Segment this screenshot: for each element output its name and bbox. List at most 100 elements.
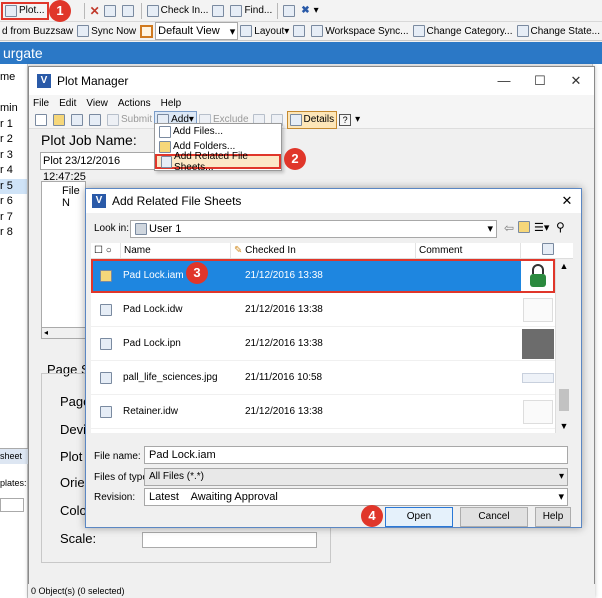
plot-files-scrollbar[interactable]: ◂ bbox=[41, 327, 86, 339]
grid-view-button[interactable] bbox=[281, 2, 299, 20]
buzzsaw-button[interactable]: d from Buzzsaw bbox=[0, 22, 75, 40]
file-list-scrollbar[interactable]: ▲ ▼ bbox=[555, 259, 572, 433]
file-type-icon bbox=[91, 269, 121, 282]
plot-files-list[interactable]: File N bbox=[41, 181, 86, 339]
find-button[interactable]: Find... bbox=[228, 2, 274, 20]
left-tree-item[interactable]: min bbox=[0, 101, 27, 117]
cancel-button[interactable]: Cancel bbox=[460, 507, 528, 527]
presentation-thumbnail bbox=[522, 328, 554, 359]
comment-column-header[interactable]: Comment bbox=[416, 243, 521, 258]
open-job-button[interactable] bbox=[51, 111, 69, 129]
workspace-sync-button[interactable]: Workspace Sync... bbox=[309, 22, 410, 40]
refresh-button[interactable] bbox=[291, 22, 309, 40]
scroll-down-arrow[interactable]: ▼ bbox=[556, 421, 572, 431]
dialog-close-button[interactable]: ✕ bbox=[553, 193, 581, 209]
sync-now-button[interactable]: Sync Now bbox=[75, 22, 138, 40]
file-name-cell: Pad Lock.idw bbox=[123, 304, 183, 315]
scroll-thumb[interactable] bbox=[559, 389, 569, 411]
new-job-button[interactable] bbox=[33, 111, 51, 129]
file-list-row[interactable]: Retainer.idw 21/12/2016 13:38 bbox=[91, 395, 555, 429]
search-button[interactable]: ⚲ bbox=[556, 220, 565, 234]
tools-icon: ✖ bbox=[301, 5, 310, 16]
file-type-icon bbox=[91, 303, 121, 316]
plot-job-name-input[interactable]: Plot 23/12/2016 12:47:25 bbox=[40, 152, 160, 183]
change-category-button[interactable]: Change Category... bbox=[411, 22, 515, 40]
related-sheets-icon bbox=[161, 155, 173, 168]
left-tree-item[interactable]: r 5 bbox=[0, 178, 27, 194]
thumbnail-cell bbox=[521, 362, 555, 394]
undo-checkout-button[interactable] bbox=[210, 2, 228, 20]
checked-in-cell: 21/12/2016 13:38 bbox=[245, 406, 323, 417]
plates-field[interactable] bbox=[0, 498, 24, 512]
toolbar-overflow-button[interactable]: ▾ bbox=[353, 111, 362, 129]
file-list-row[interactable]: Pad Lock.iam 21/12/2016 13:38 bbox=[91, 259, 555, 293]
toolbar-dropdown[interactable]: ▾ bbox=[312, 2, 321, 20]
up-folder-button[interactable] bbox=[518, 221, 532, 236]
submit-icon bbox=[107, 113, 119, 126]
open-button[interactable]: Open bbox=[385, 507, 453, 527]
files-of-type-select[interactable]: All Files (*.*) ▾ bbox=[144, 468, 568, 486]
delete-button[interactable]: ✕ bbox=[88, 2, 102, 20]
left-tree-item[interactable]: me bbox=[0, 70, 27, 86]
copy-button[interactable] bbox=[102, 2, 120, 20]
help-button[interactable]: ? bbox=[337, 111, 353, 129]
menu-item-add-related-file-sheets[interactable]: Add Related File Sheets... bbox=[155, 151, 281, 173]
file-name-input[interactable]: Pad Lock.iam bbox=[144, 446, 568, 464]
left-tree-item[interactable]: r 3 bbox=[0, 148, 27, 164]
layout-button[interactable]: Layout ▾ bbox=[238, 22, 291, 40]
checked-in-cell: 21/11/2016 10:58 bbox=[245, 372, 323, 383]
left-tree-item[interactable]: r 2 bbox=[0, 132, 27, 148]
close-button[interactable]: ✕ bbox=[558, 73, 594, 89]
file-list: Pad Lock.iam 21/12/2016 13:38 Pad Lock.idw… bbox=[91, 259, 555, 433]
left-tree-item[interactable]: r 1 bbox=[0, 117, 27, 133]
left-tree-item[interactable]: r 8 bbox=[0, 225, 27, 241]
save-job-button[interactable] bbox=[69, 111, 87, 129]
scale-select[interactable] bbox=[142, 532, 317, 548]
left-tree-item[interactable]: r 6 bbox=[0, 194, 27, 210]
minimize-button[interactable]: — bbox=[486, 73, 522, 89]
frame-button[interactable] bbox=[138, 22, 155, 40]
sheet-tab[interactable]: sheet bbox=[0, 448, 28, 464]
plot-manager-menubar: File Edit View Actions Help bbox=[29, 95, 594, 111]
menu-actions[interactable]: Actions bbox=[118, 98, 151, 109]
left-tree-item[interactable]: r 7 bbox=[0, 210, 27, 226]
back-button[interactable]: ⇦ bbox=[504, 221, 514, 235]
image-thumbnail bbox=[522, 372, 554, 383]
file-name-column-header: File N bbox=[62, 185, 80, 209]
menu-view[interactable]: View bbox=[86, 98, 108, 109]
file-name-cell: Retainer.idw bbox=[123, 406, 179, 417]
file-list-row[interactable]: pall_life_sciences.jpg 21/11/2016 10:58 bbox=[91, 361, 555, 395]
file-type-icon bbox=[91, 337, 121, 350]
thumbnail-column-header[interactable] bbox=[521, 243, 573, 258]
menu-edit[interactable]: Edit bbox=[59, 98, 76, 109]
check-in-button[interactable]: Check In... bbox=[145, 2, 211, 20]
look-in-select[interactable]: User 1 ▾ bbox=[130, 220, 497, 238]
drawing-thumbnail bbox=[523, 399, 553, 424]
print-job-button[interactable] bbox=[87, 111, 105, 129]
left-tree-item[interactable] bbox=[0, 86, 27, 102]
file-name-cell: Pad Lock.iam bbox=[123, 270, 184, 281]
checked-in-column-header[interactable]: ✎ Checked In bbox=[231, 243, 416, 258]
submit-button[interactable]: Submit bbox=[105, 111, 154, 129]
menu-help[interactable]: Help bbox=[161, 98, 182, 109]
revision-select[interactable]: Latest Awaiting Approval ▾ bbox=[144, 488, 568, 506]
view-menu-button[interactable]: ☰▾ bbox=[534, 221, 549, 234]
details-button[interactable]: Details bbox=[286, 110, 338, 129]
name-column-header[interactable]: Name bbox=[121, 243, 231, 258]
change-state-button[interactable]: Change State... bbox=[515, 22, 602, 40]
scale-label: Scale: bbox=[60, 531, 97, 546]
view-select[interactable]: Default View ▾ bbox=[155, 22, 239, 40]
revision-label: Revision: bbox=[94, 492, 136, 503]
help-dialog-button[interactable]: Help bbox=[535, 507, 571, 527]
plot-button[interactable]: Plot... bbox=[1, 1, 49, 20]
tools-button[interactable]: ✖ bbox=[299, 2, 311, 20]
file-list-row[interactable]: Pad Lock.idw 21/12/2016 13:38 bbox=[91, 293, 555, 327]
menu-file[interactable]: File bbox=[33, 98, 49, 109]
left-tree-item[interactable]: r 4 bbox=[0, 163, 27, 179]
scroll-up-arrow[interactable]: ▲ bbox=[556, 261, 572, 271]
file-list-row[interactable]: Pad Lock.ipn 21/12/2016 13:38 bbox=[91, 327, 555, 361]
maximize-button[interactable]: ☐ bbox=[522, 73, 558, 89]
menu-item-add-files[interactable]: Add Files... bbox=[155, 124, 281, 139]
link-button[interactable] bbox=[120, 2, 138, 20]
open-folder-icon bbox=[53, 113, 65, 126]
